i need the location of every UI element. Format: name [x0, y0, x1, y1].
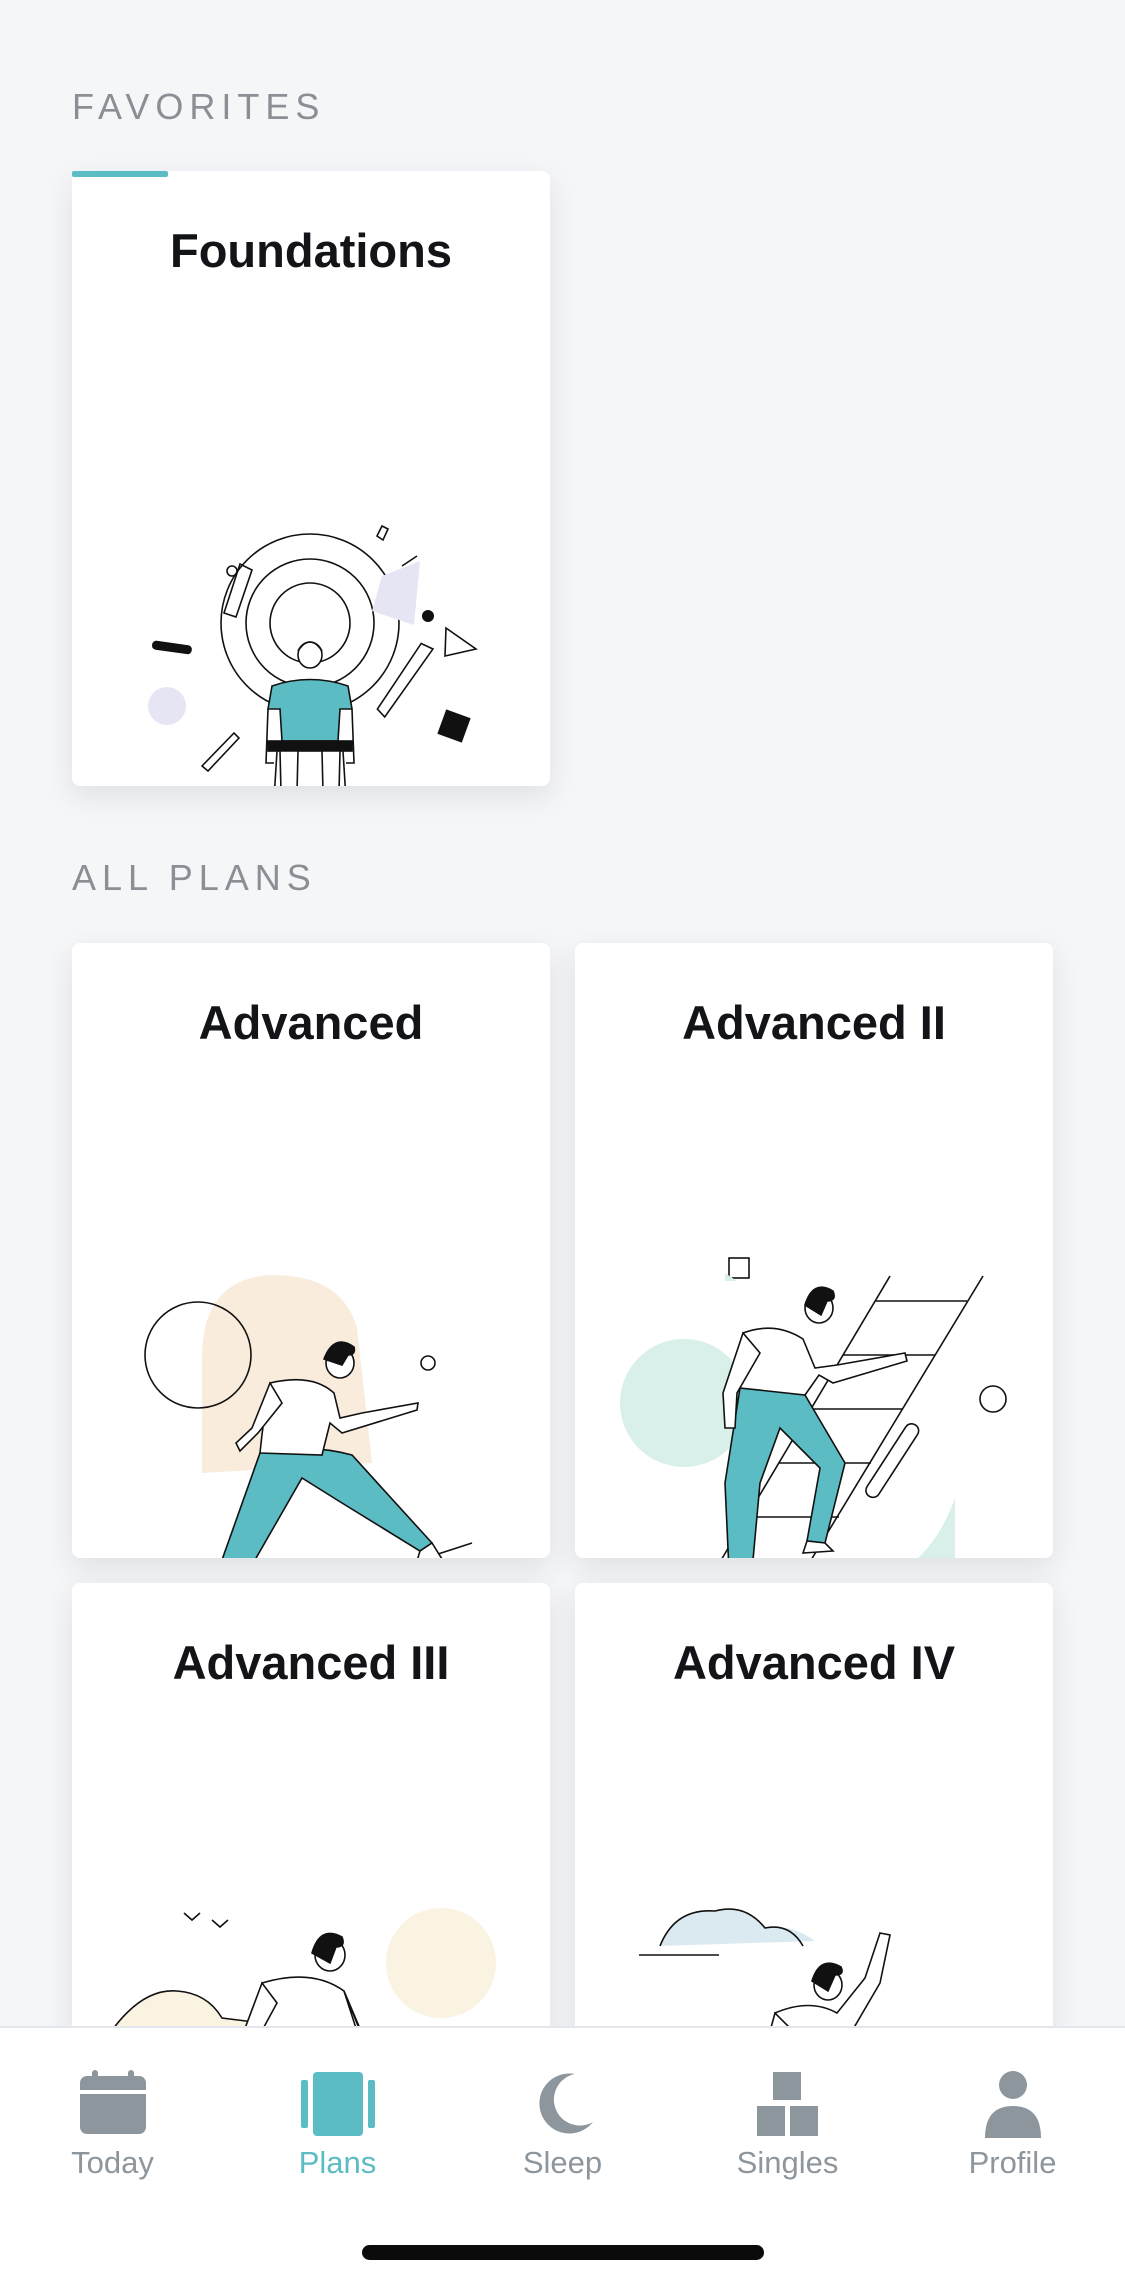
foundations-illustration [148, 524, 478, 786]
plan-card-title: Advanced III [172, 1636, 450, 1689]
advanced-ii-illustration [620, 1257, 1007, 1558]
plan-card-advanced-ii[interactable]: Advanced II [575, 943, 1053, 1558]
tab-label: Profile [968, 2145, 1057, 2180]
tab-label: Today [71, 2145, 154, 2180]
advanced-illustration [144, 1275, 473, 1558]
tab-sleep[interactable]: Sleep [450, 2028, 675, 2208]
plans-cards-icon [300, 2072, 375, 2136]
plan-card-title: Advanced [198, 996, 424, 1049]
plan-card-advanced[interactable]: Advanced [72, 943, 550, 1558]
tab-today[interactable]: Today [0, 2028, 225, 2208]
calendar-icon [79, 2070, 146, 2134]
tab-label: Singles [736, 2145, 839, 2180]
plan-card-title: Foundations [170, 224, 452, 277]
plan-card-foundations[interactable]: Foundations [72, 171, 550, 786]
tab-singles[interactable]: Singles [675, 2028, 900, 2208]
favorite-accent-bar [72, 171, 168, 177]
plan-card-title: Advanced II [682, 996, 946, 1049]
tab-label: Sleep [522, 2145, 603, 2180]
tab-label: Plans [298, 2145, 377, 2180]
tab-profile[interactable]: Profile [900, 2028, 1125, 2208]
moon-icon [538, 2073, 593, 2134]
home-indicator [362, 2245, 764, 2260]
person-icon [984, 2071, 1041, 2138]
plan-card-title: Advanced IV [672, 1636, 956, 1689]
favorites-section-header: FAVORITES [72, 86, 326, 127]
blocks-icon [756, 2072, 818, 2136]
all-plans-section-header: ALL PLANS [72, 857, 317, 898]
tab-plans[interactable]: Plans [225, 2028, 450, 2208]
plans-screen: FAVORITES Foundations ALL PLANS Advanced… [0, 0, 1125, 2284]
